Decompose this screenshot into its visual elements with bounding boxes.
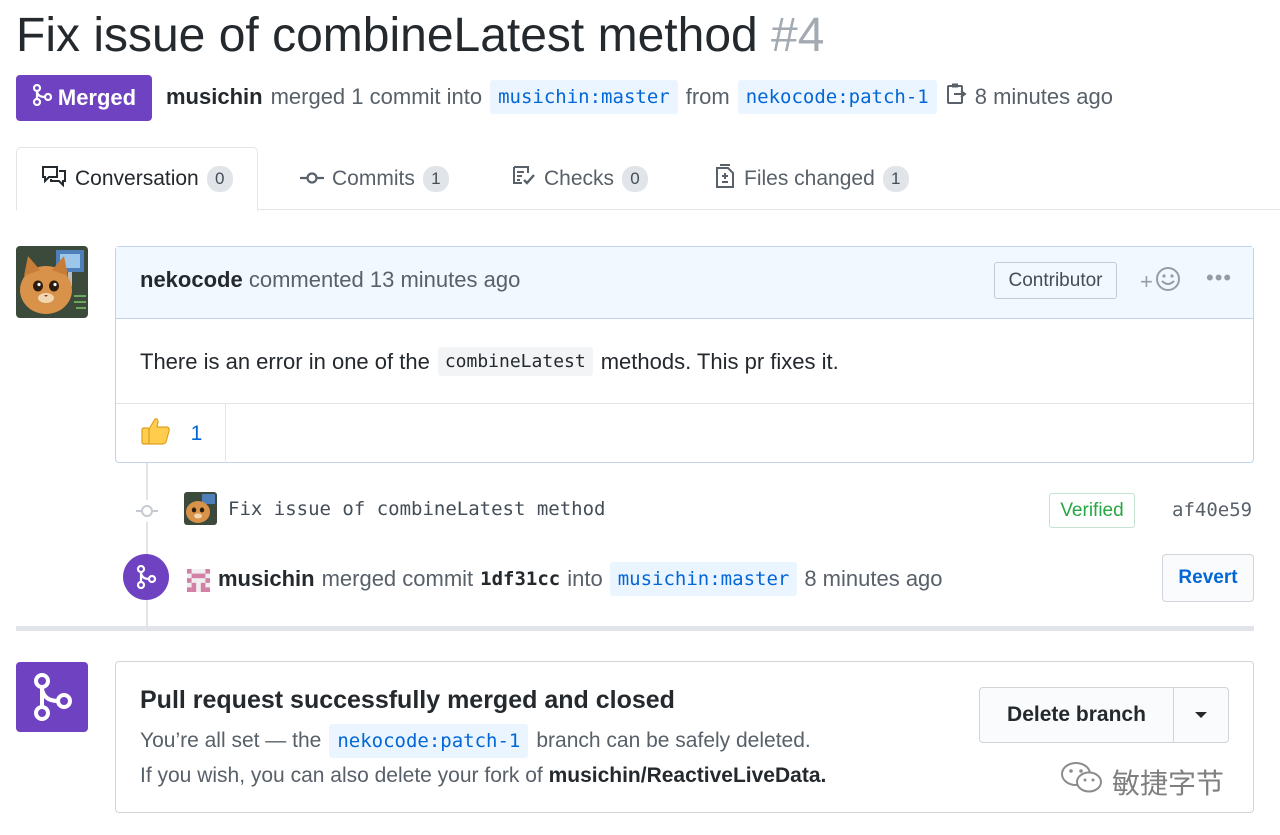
- smiley-icon: [1155, 266, 1181, 298]
- tab-counter: 0: [622, 165, 649, 192]
- merged-status-line: You’re all set — the nekocode:patch-1 br…: [140, 724, 811, 758]
- plus-icon: +: [1140, 269, 1153, 294]
- merger-username[interactable]: musichin: [166, 84, 263, 110]
- tab-files-changed[interactable]: Files changed 1: [690, 147, 933, 210]
- fork-delete-line: If you wish, you can also delete your fo…: [140, 764, 826, 788]
- merge-phrase: merged 1 commit into: [270, 84, 483, 109]
- thumbs-up-reaction[interactable]: 1: [116, 404, 226, 463]
- file-diff-icon: [714, 163, 736, 195]
- comment-box: nekocode commented 13 minutes ago Contri…: [115, 246, 1254, 463]
- timeline-divider: [16, 626, 1254, 631]
- comment-text-after: methods. This pr fixes it.: [600, 348, 839, 374]
- reactions-bar: 1: [116, 403, 1253, 463]
- commit-sha[interactable]: af40e59: [1172, 499, 1252, 521]
- delete-branch-button[interactable]: Delete branch: [980, 688, 1174, 742]
- watermark-text: 敏捷字节: [1112, 767, 1225, 799]
- merge-commit-sha[interactable]: 1df31cc: [480, 568, 560, 590]
- triangle-down-icon: [1194, 706, 1208, 724]
- into-word: into: [567, 566, 603, 591]
- git-commit-icon: [300, 167, 324, 191]
- deletable-branch[interactable]: nekocode:patch-1: [329, 724, 529, 758]
- comment-action[interactable]: commented 13 minutes ago: [249, 267, 521, 292]
- identicon-avatar[interactable]: [187, 569, 210, 592]
- commit-message[interactable]: Fix issue of combineLatest method: [228, 498, 606, 520]
- merge-event-text: musichin merged commit 1df31cc into musi…: [218, 560, 943, 598]
- comment-header: nekocode commented 13 minutes ago Contri…: [116, 247, 1253, 319]
- tab-counter: 0: [206, 166, 233, 192]
- timeline-line: [146, 462, 148, 628]
- comment-author-line: nekocode commented 13 minutes ago: [140, 267, 520, 293]
- head-branch[interactable]: nekocode:patch-1: [737, 80, 937, 114]
- pr-tabs: Conversation 0 Commits 1 Checks 0 Files …: [16, 147, 1280, 211]
- merge-target-branch[interactable]: musichin:master: [609, 562, 798, 596]
- pr-meta: musichin merged 1 commit into musichin:m…: [166, 78, 1113, 116]
- tab-label: Checks: [544, 166, 615, 190]
- tab-label: Conversation: [75, 167, 199, 190]
- kebab-horizontal-icon[interactable]: •••: [1206, 265, 1232, 291]
- comment-author[interactable]: nekocode: [140, 267, 243, 292]
- delete-branch-dropdown[interactable]: [1174, 688, 1228, 742]
- base-branch[interactable]: musichin:master: [490, 80, 678, 114]
- merged-state-label: Merged: [57, 85, 137, 110]
- fork-repo-link[interactable]: musichin/ReactiveLiveData.: [549, 764, 827, 787]
- pr-number: #4: [771, 9, 825, 62]
- merge-event-phrase: merged commit: [321, 566, 474, 591]
- tab-label: Files changed: [744, 166, 875, 190]
- comment-text-before: There is an error in one of the: [140, 348, 430, 374]
- avatar[interactable]: [184, 492, 217, 525]
- merged-status-title: Pull request successfully merged and clo…: [140, 686, 675, 714]
- wechat-icon: [1060, 760, 1104, 803]
- merge-event-time[interactable]: 8 minutes ago: [804, 566, 942, 592]
- contributor-badge: Contributor: [994, 262, 1117, 299]
- tab-counter: 1: [882, 165, 909, 192]
- line-text-before: You’re all set — the: [140, 729, 322, 752]
- merged-state-badge: Merged: [16, 75, 152, 121]
- git-commit-icon: [136, 500, 158, 522]
- avatar[interactable]: [16, 246, 88, 318]
- reaction-count: 1: [190, 421, 203, 445]
- merge-time: 8 minutes ago: [974, 84, 1113, 109]
- tab-label: Commits: [332, 166, 415, 190]
- git-merge-icon: [16, 662, 88, 732]
- verified-badge[interactable]: Verified: [1049, 493, 1135, 528]
- tab-checks[interactable]: Checks 0: [488, 147, 672, 210]
- pr-title: Fix issue of combineLatest method #4: [16, 8, 824, 64]
- pr-title-text: Fix issue of combineLatest method: [16, 9, 758, 62]
- thumbs-up-icon: [139, 416, 171, 452]
- watermark: 敏捷字节: [1060, 760, 1224, 803]
- merge-user[interactable]: musichin: [218, 566, 315, 592]
- copy-clipboard-icon[interactable]: [945, 82, 967, 112]
- comment-body: There is an error in one of the combineL…: [140, 347, 839, 376]
- tab-counter: 1: [422, 165, 449, 192]
- git-merge-icon: [123, 554, 169, 600]
- delete-branch-button-group: Delete branch: [979, 687, 1229, 743]
- git-merge-icon: [32, 83, 52, 112]
- tab-conversation[interactable]: Conversation 0: [16, 147, 258, 211]
- revert-button[interactable]: Revert: [1162, 554, 1254, 602]
- line-text-before: If you wish, you can also delete your fo…: [140, 764, 543, 787]
- from-word: from: [685, 84, 730, 109]
- tab-commits[interactable]: Commits 1: [276, 147, 473, 210]
- comment-discussion-icon: [41, 165, 67, 193]
- checklist-icon: [512, 165, 536, 193]
- add-reaction-button[interactable]: +: [1140, 267, 1190, 297]
- comment-code: combineLatest: [437, 347, 593, 376]
- line-text-after: branch can be safely deleted.: [536, 729, 811, 752]
